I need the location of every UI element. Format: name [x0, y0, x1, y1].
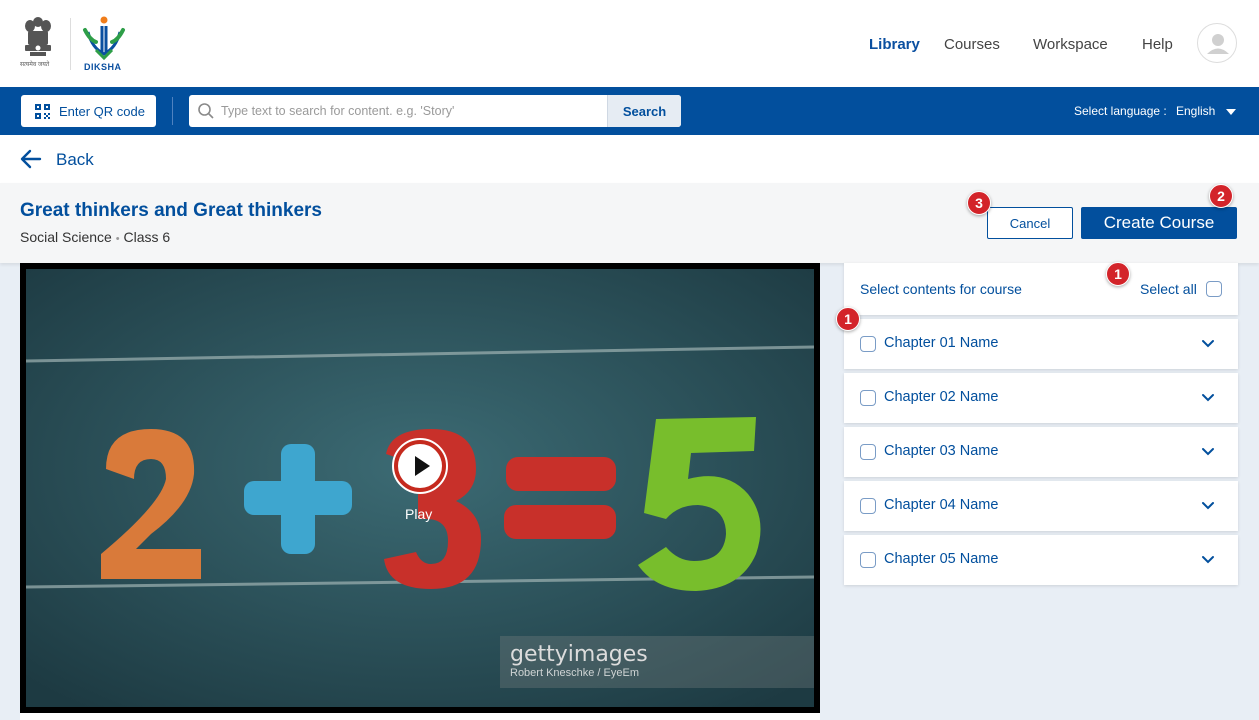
chapter-row[interactable]: Chapter 02 Name [844, 373, 1238, 423]
chevron-down-icon[interactable] [1201, 553, 1215, 567]
annotation-badge: 1 [1106, 262, 1130, 286]
chapter-row[interactable]: Chapter 05 Name [844, 535, 1238, 585]
watermark-credit: Robert Kneschke / EyeEm [510, 667, 640, 679]
annotation-badge: 3 [967, 191, 991, 215]
chevron-down-icon[interactable] [1201, 337, 1215, 351]
select-all-checkbox[interactable] [1206, 281, 1222, 297]
search-toolbar: Enter QR code Search Select language : E… [0, 87, 1259, 135]
qr-code-icon [35, 103, 50, 119]
chapter-row[interactable]: Chapter 04 Name [844, 481, 1238, 531]
chapter-checkbox[interactable] [860, 336, 876, 352]
search-button[interactable]: Search [607, 95, 681, 127]
watermark-brand: gettyimages [510, 642, 648, 667]
back-row: Back [0, 135, 1259, 183]
chevron-down-icon[interactable] [1201, 391, 1215, 405]
toolbar-divider [172, 97, 173, 125]
search-input[interactable] [221, 95, 607, 127]
search-box: Search [189, 95, 681, 127]
logo-divider [70, 18, 71, 70]
chapter-checkbox[interactable] [860, 552, 876, 568]
subject-label: Social Science [20, 229, 112, 245]
grade-label: Class 6 [123, 229, 171, 245]
user-icon [1207, 34, 1229, 54]
language-label: Select language : [1074, 104, 1167, 118]
cancel-button[interactable]: Cancel [987, 207, 1073, 239]
language-select[interactable]: English [1176, 104, 1215, 118]
emblem-motto: सत्यमेव जयते [20, 62, 50, 68]
meta-separator: • [115, 233, 120, 245]
chapter-checkbox[interactable] [860, 444, 876, 460]
qr-button-label: Enter QR code [59, 103, 145, 119]
play-button[interactable] [392, 438, 448, 494]
chapter-name: Chapter 02 Name [884, 389, 999, 405]
nav-courses[interactable]: Courses [944, 36, 1000, 53]
play-label: Play [405, 506, 433, 522]
enter-qr-code-button[interactable]: Enter QR code [21, 95, 156, 127]
search-icon [198, 103, 214, 119]
create-course-button[interactable]: Create Course [1081, 207, 1237, 239]
select-contents-label: Select contents for course [860, 281, 1022, 297]
chapter-name: Chapter 01 Name [884, 335, 999, 351]
nav-library[interactable]: Library [869, 36, 920, 53]
brand-name: DIKSHA [84, 62, 122, 72]
chapter-checkbox[interactable] [860, 498, 876, 514]
chapter-name: Chapter 04 Name [884, 497, 999, 513]
back-arrow-icon[interactable] [20, 148, 42, 170]
content-header: Great thinkers and Great thinkers Social… [0, 183, 1259, 263]
page-title: Great thinkers and Great thinkers [20, 200, 322, 221]
chevron-down-icon[interactable] [1201, 445, 1215, 459]
course-select-header: Select contents for course Select all [844, 263, 1238, 315]
chapter-name: Chapter 05 Name [884, 551, 999, 567]
chapter-name: Chapter 03 Name [884, 443, 999, 459]
annotation-badge: 1 [836, 307, 860, 331]
top-header: सत्यमेव जयते DIKSHA Library Courses Work… [0, 0, 1259, 87]
profile-avatar[interactable] [1197, 23, 1237, 63]
chapter-row[interactable]: Chapter 03 Name [844, 427, 1238, 477]
annotation-badge: 2 [1209, 184, 1233, 208]
nav-workspace[interactable]: Workspace [1033, 36, 1108, 53]
chapter-row[interactable]: Chapter 01 Name [844, 319, 1238, 369]
nav-help[interactable]: Help [1142, 36, 1173, 53]
content-meta: Social Science • Class 6 [20, 229, 170, 245]
select-all-label[interactable]: Select all [1140, 281, 1197, 297]
chapter-checkbox[interactable] [860, 390, 876, 406]
play-icon [398, 444, 442, 488]
back-link[interactable]: Back [56, 150, 94, 170]
caret-down-icon[interactable] [1226, 109, 1236, 115]
chevron-down-icon[interactable] [1201, 499, 1215, 513]
video-footer [20, 713, 820, 720]
